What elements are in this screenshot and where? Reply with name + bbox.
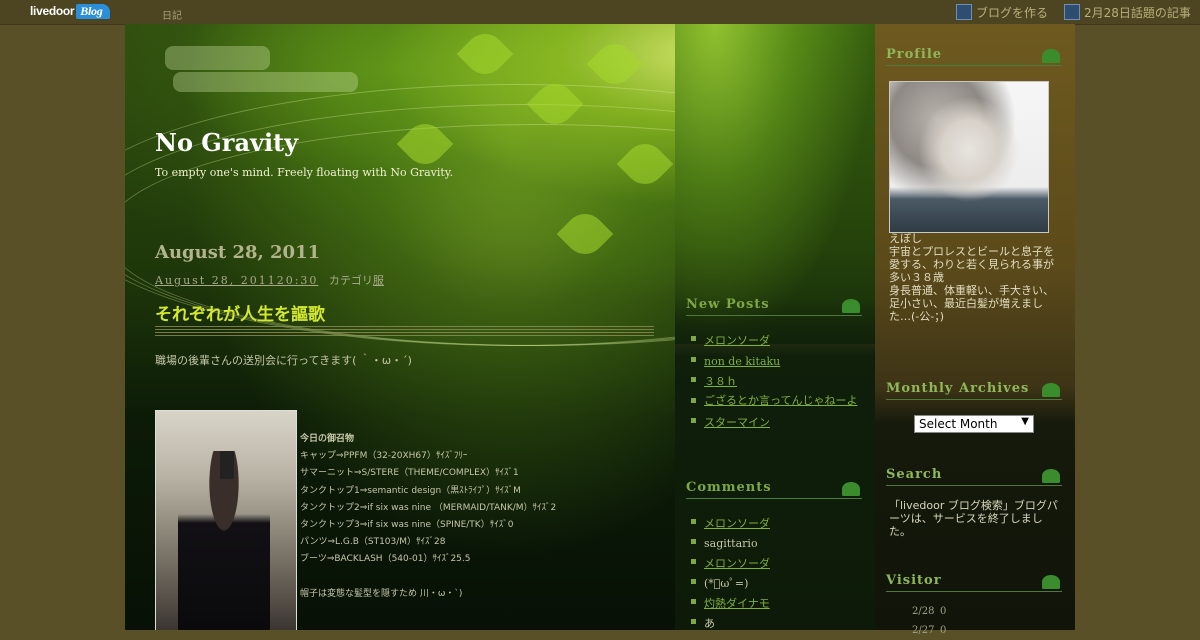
post-title-divider (155, 326, 654, 338)
new-post-link[interactable]: メロンソーダ (704, 334, 770, 347)
list-item: ござるとか言ってんじゃねーよ (688, 393, 864, 408)
comment-author: (*ﾟωﾟ=) (704, 577, 749, 590)
pencil-icon (956, 4, 972, 20)
livedoor-blog-logo[interactable]: livedoor Blog (30, 4, 111, 20)
visitor-count: 0 (940, 606, 947, 617)
outfit-line: タンクトップ3⇒if six was nine（SPINE/TK）ｻｲｽﾞ0 (300, 520, 514, 531)
visitor-date: 2/27 (912, 625, 935, 636)
leaf-icon (842, 482, 860, 496)
post-timestamp-link[interactable]: August 28, 201120:30 (155, 274, 318, 287)
profile-title-text: Profile (886, 47, 943, 62)
list-item: スターマイン (688, 413, 864, 434)
outfit-line: キャップ⇒PPFM（32-20XH67）ｻｲｽﾞﾌﾘｰ (300, 451, 468, 462)
outfit-line: ブーツ⇒BACKLASH（540-01）ｻｲｽﾞ25.5 (300, 554, 471, 565)
make-blog-link[interactable]: ブログを作る (956, 4, 1048, 21)
comment-post-link[interactable]: メロンソーダ (704, 557, 770, 570)
category-link[interactable]: 服 (373, 274, 384, 287)
profile-title: Profile (886, 47, 1062, 66)
post-title[interactable]: それぞれが人生を謳歌 (155, 300, 325, 325)
visitor-row: 2/27 0 (912, 621, 968, 640)
outfit-line (300, 569, 556, 586)
outfit-line: 今日の御召物 (300, 434, 355, 444)
outfit-line: タンクトップ1⇒semantic design（黒ｽﾄﾗｲﾌﾟ）ｻｲｽﾞM (300, 485, 521, 496)
list-item: メロンソーダ (688, 331, 864, 352)
search-title: Search (886, 467, 1062, 486)
comments-title-text: Comments (686, 480, 772, 495)
visitor-row: 2/28 0 (912, 602, 968, 621)
leaf-icon (1042, 469, 1060, 483)
decor-pill (165, 46, 270, 70)
outfit-list: 今日の御召物 キャップ⇒PPFM（32-20XH67）ｻｲｽﾞﾌﾘｰ サマーニッ… (300, 431, 556, 603)
outfit-line: サマーニット⇒S/STERE（THEME/COMPLEX）ｻｲｽﾞ1 (300, 468, 519, 479)
new-posts-title: New Posts (686, 297, 862, 316)
visitor-title: Visitor (886, 573, 1062, 592)
leaf-icon (1042, 49, 1060, 63)
leaf-icon (842, 299, 860, 313)
category-label: カテゴリ (328, 274, 373, 287)
list-item: メロンソーダ (688, 554, 864, 574)
topic-articles-link[interactable]: 2月28日話題の記事 (1064, 4, 1191, 21)
new-posts-title-text: New Posts (686, 297, 770, 312)
blog-description: To empty one's mind. Freely floating wit… (155, 166, 454, 179)
outfit-line: タンクトップ2⇒if six was nine （MERMAID/TANK/M）… (300, 502, 557, 513)
visitor-date: 2/28 (912, 606, 935, 617)
calendar-icon (1064, 4, 1080, 20)
new-posts-list: メロンソーダ non de kitaku ３８ｈ ござるとか言ってんじゃねーよ … (688, 331, 864, 433)
visitor-count: 0 (940, 625, 947, 636)
visitor-table: 2/28 0 2/27 0 (912, 602, 968, 640)
new-post-link[interactable]: ３８ｈ (704, 375, 737, 388)
outfit-line: 帽子は変態な髪型を隠すため 川・ω・`) (300, 588, 463, 599)
month-select-value: Select Month (919, 417, 998, 431)
list-item: メロンソーダ (688, 514, 864, 534)
list-item: non de kitaku (688, 352, 864, 373)
comments-list: メロンソーダ sagittario メロンソーダ (*ﾟωﾟ=) 灼熱ダイナモ … (688, 514, 864, 634)
archives-title: Monthly Archives (886, 381, 1062, 400)
comment-author: sagittario (704, 537, 758, 550)
month-select[interactable]: Select Month ▼ (914, 415, 1034, 433)
new-post-link[interactable]: non de kitaku (704, 355, 780, 368)
comment-post-link[interactable]: 灼熱ダイナモ (704, 597, 770, 610)
post-photo[interactable] (155, 410, 297, 630)
comment-post-link[interactable]: メロンソーダ (704, 517, 770, 530)
post-date-heading: August 28, 2011 (155, 242, 321, 263)
photo-phone (220, 451, 234, 479)
leaf-decor (586, 35, 644, 93)
comment-author-row: sagittario (688, 534, 864, 554)
post-meta: August 28, 201120:30 カテゴリ服 (155, 272, 384, 288)
logo-text: livedoor (30, 4, 75, 18)
logo-badge: Blog (76, 4, 111, 19)
decor-pill (173, 72, 358, 92)
comments-title: Comments (686, 480, 862, 499)
topic-label: 2月28日話題の記事 (1084, 6, 1191, 20)
comment-author-row: (*ﾟωﾟ=) (688, 574, 864, 594)
archives-title-text: Monthly Archives (886, 381, 1030, 396)
profile-text: えぼし 宇宙とプロレスとビールと息子を愛する、わりと若く見られる事が多い３８歳 … (889, 232, 1054, 323)
leaf-icon (1042, 383, 1060, 397)
search-notice: 「livedoor ブログ検索」ブログパーツは、サービスを終了しました。 (889, 499, 1058, 538)
visitor-title-text: Visitor (886, 573, 942, 588)
list-item: ３８ｈ (688, 372, 864, 393)
post-body-text: 職場の後輩さんの送別会に行ってきます( ｀・ω・´) (155, 354, 412, 367)
profile-avatar[interactable] (889, 81, 1049, 233)
diary-link[interactable]: 日記 (162, 7, 182, 22)
new-post-link[interactable]: スターマイン (704, 416, 770, 429)
search-title-text: Search (886, 467, 943, 482)
leaf-decor (456, 25, 514, 83)
outfit-line: パンツ⇒L.G.B（ST103/M）ｻｲｽﾞ28 (300, 537, 446, 548)
new-post-link[interactable]: ござるとか言ってんじゃねーよ (704, 394, 857, 407)
comment-author-row: あ (688, 614, 864, 634)
blog-title[interactable]: No Gravity (155, 128, 298, 157)
comment-author: あ (704, 617, 715, 630)
leaf-icon (1042, 575, 1060, 589)
main-column: No Gravity To empty one's mind. Freely f… (125, 24, 675, 630)
livedoor-top-bar: livedoor Blog 日記 ブログを作る 2月28日話題の記事 (0, 0, 1200, 25)
list-item: 灼熱ダイナモ (688, 594, 864, 614)
dropdown-arrow-icon: ▼ (1021, 416, 1029, 427)
make-blog-label: ブログを作る (976, 6, 1049, 20)
